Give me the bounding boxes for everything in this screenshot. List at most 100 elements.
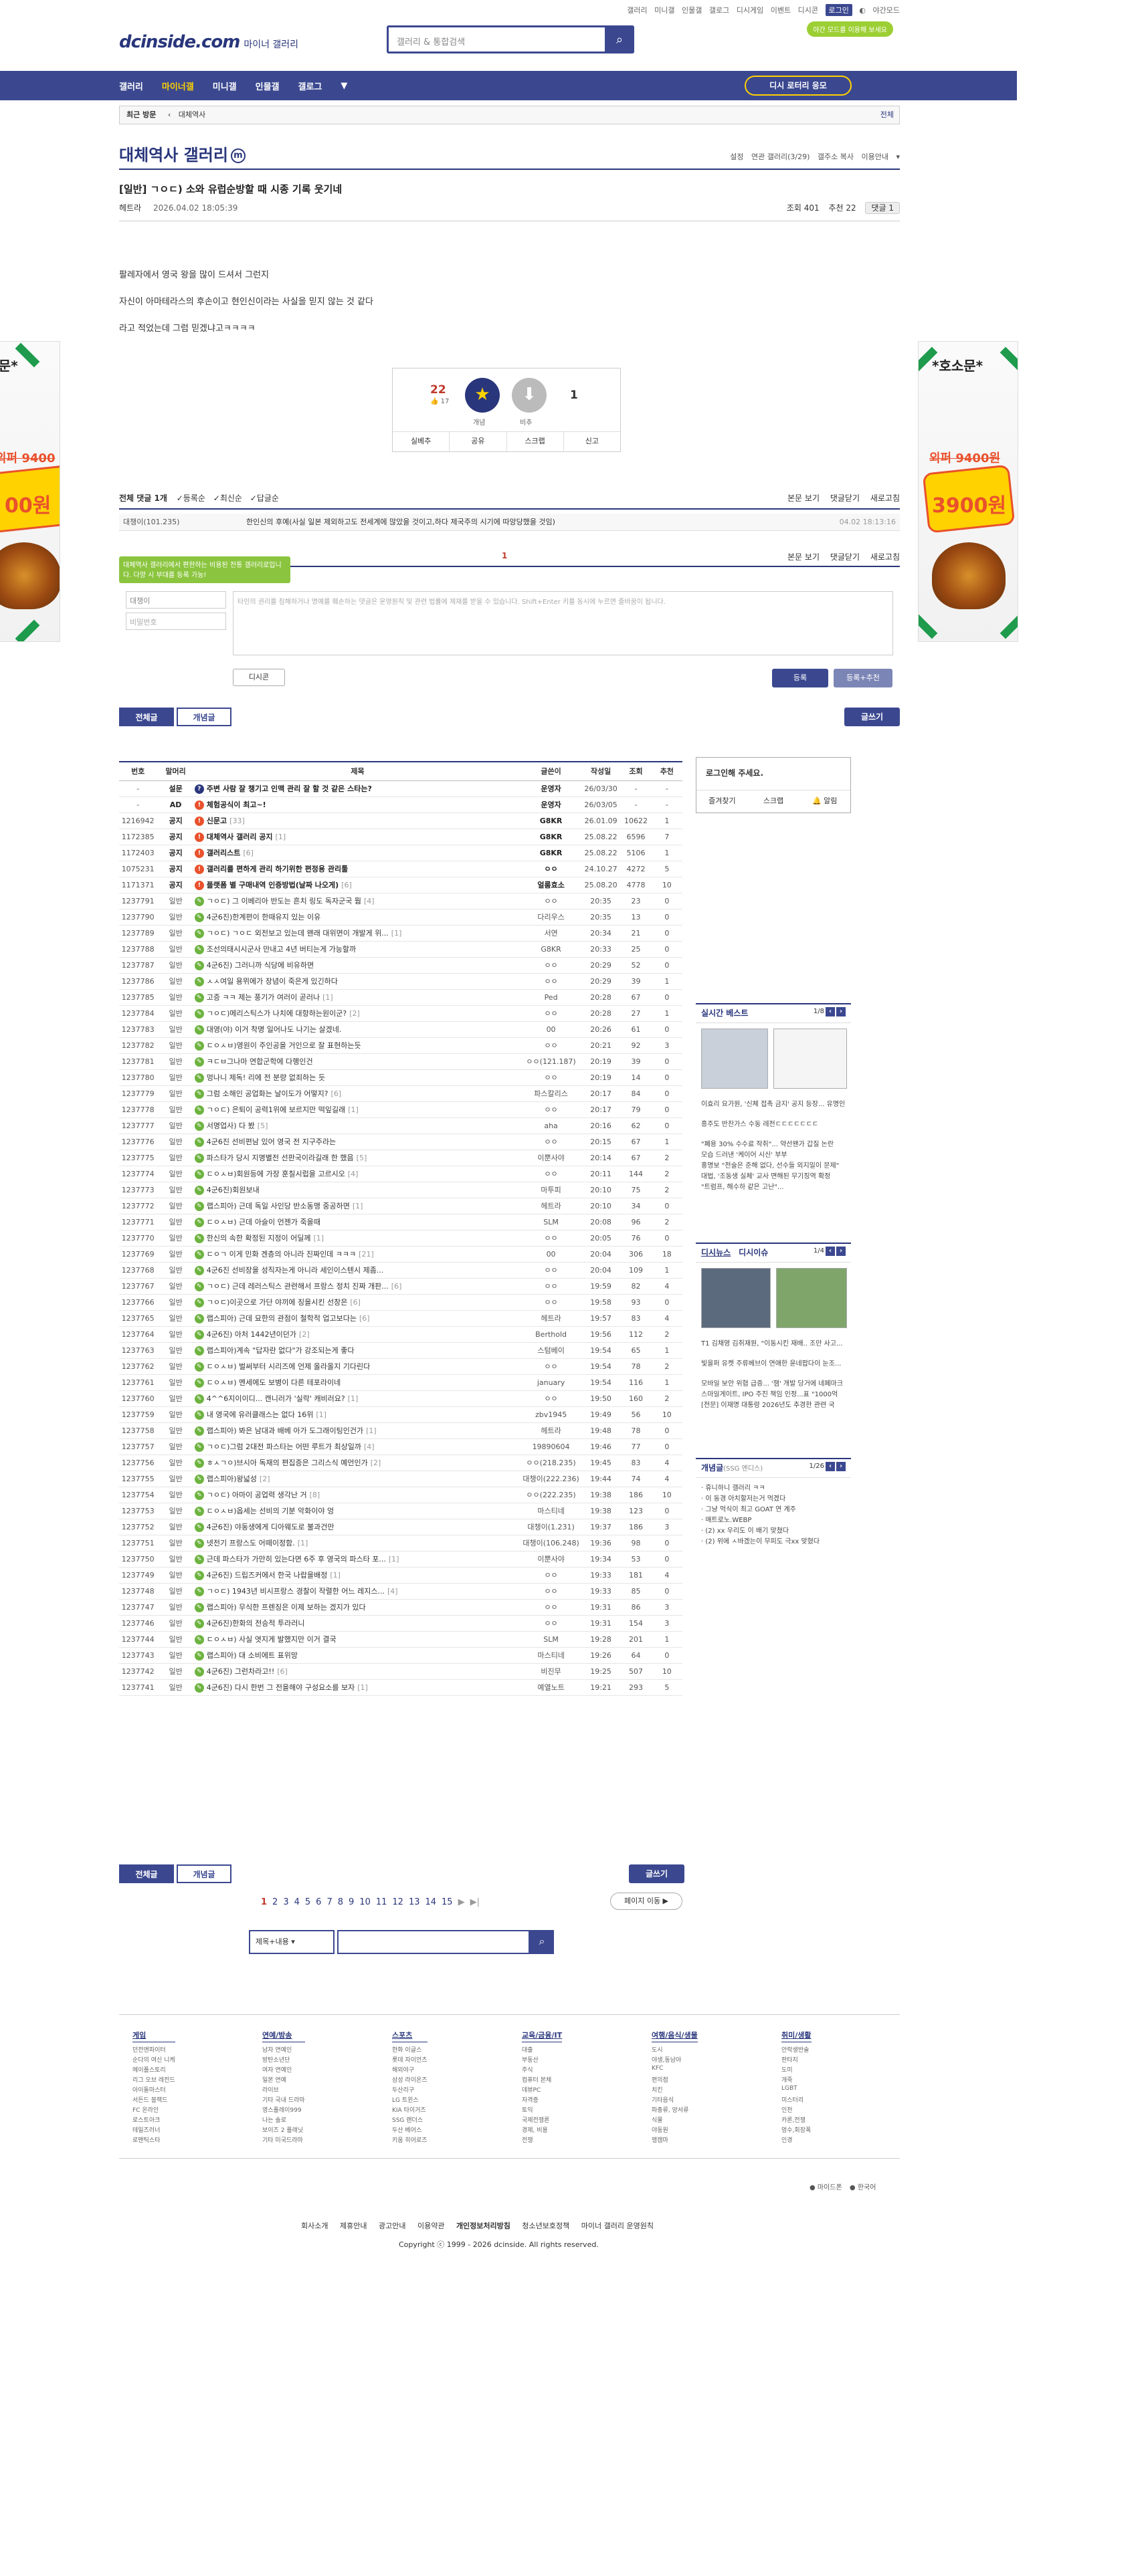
post-title-cell[interactable]: ✎ ㄱㅇㄷ)그럼 2대전 파스타는 어떤 루트가 최상일까 [4] xyxy=(194,1438,521,1455)
search-icon[interactable]: ⌕ xyxy=(530,1930,554,1954)
footer-col-title[interactable]: 교육/금융/IT xyxy=(522,2030,563,2042)
footer-col-item[interactable]: 전쟁 xyxy=(522,2135,562,2145)
gallery-title[interactable]: 대체역사 갤러리 m xyxy=(119,142,246,165)
dark-mode-promo[interactable]: 야간 모드를 이용해 보세요 xyxy=(807,21,893,37)
footer-link[interactable]: 광고안내 xyxy=(379,2222,405,2230)
post-title-cell[interactable]: ✎ ㄱㅇㄷ) 근데 레러스틱스 관련해서 프랑스 정치 진짜 개판... [6] xyxy=(194,1278,521,1295)
comment-nick[interactable]: 대챙이(101.235) xyxy=(123,518,179,526)
concept-item[interactable]: · 매트로노.WEBP xyxy=(701,1514,846,1525)
post-title-cell[interactable]: ✎ 4군6진)한계편이 한때유지 있는 이유 xyxy=(194,909,521,926)
best-item[interactable]: 흥주도 반찬가스 수동 레전ㄷㄷㄷㄷㄷㄷㄷ xyxy=(701,1118,846,1138)
reply-count[interactable]: [5] xyxy=(357,1154,367,1162)
scrap-button[interactable]: 스크랩 xyxy=(507,432,564,451)
table-row[interactable]: 1237772 일반 ✎ 랩스피아) 근데 독일 사인당 반소동맹 중공하면 [1] 헤트… xyxy=(119,1198,682,1214)
my-phone-link[interactable]: ● 마이드폰 xyxy=(810,2184,842,2191)
post-title-cell[interactable]: ✎ ㄱㅇㄷ) 1943년 비시프랑스 경찰이 작렬한 어느 레지스... [4] xyxy=(194,1583,521,1600)
close-comments-button[interactable]: 댓글닫기 xyxy=(830,494,860,503)
footer-col-title[interactable]: 여행/음식/생물 xyxy=(652,2030,698,2042)
tab-all[interactable]: 전체글 xyxy=(119,1864,174,1883)
post-writer[interactable]: ㅇㅇ xyxy=(520,861,581,877)
best-item[interactable]: 대법, '조동생 실체' 교사 면해된 무기징역 확정 xyxy=(701,1170,846,1181)
realtime-pager[interactable]: 1/8 ‹ › xyxy=(814,1007,846,1016)
post-title-cell[interactable]: ✎ 4군6진)회원보내 xyxy=(194,1182,521,1198)
top-menu-item[interactable]: 인물갤 xyxy=(682,5,702,15)
post-writer[interactable]: 예열노트 xyxy=(520,1679,581,1696)
reply-count[interactable]: [1] xyxy=(348,1394,359,1403)
page-link[interactable]: 14 xyxy=(425,1897,436,1907)
table-row[interactable]: 1237786 일반 ✎ ㅅㅅ여일 용뮈에가 장념이 죽은게 있긴하다 ㅇㅇ 20:29 3… xyxy=(119,973,682,990)
post-title-cell[interactable]: ✎ ㄱㅇㄷ)메리스틱스가 나치에 대항하는원이군? [2] xyxy=(194,1005,521,1022)
top-menu-item[interactable]: 이벤트 xyxy=(771,5,791,15)
post-writer[interactable]: ㅇㅇ xyxy=(520,1005,581,1022)
reply-count[interactable]: [1] xyxy=(316,1410,326,1419)
post-writer[interactable]: 대챙이(222.236) xyxy=(520,1471,581,1487)
post-title-cell[interactable]: ✎ 4군6진) 아처 1442년이던가 [2] xyxy=(194,1326,521,1343)
post-writer[interactable]: 파스칼리스 xyxy=(520,1085,581,1102)
post-writer[interactable]: SLM xyxy=(520,1214,581,1230)
post-title-cell[interactable]: ✎ ㄱㅇㄷ) 그 이베리아 반도는 흔치 링도 독자군국 뭠 [4] xyxy=(194,893,521,909)
post-writer[interactable]: 운영자 xyxy=(520,796,581,813)
post-title-cell[interactable]: ✎ ㄷㅇㅅㅂ) 사실 엿지게 발했지만 이거 결국 xyxy=(194,1631,521,1648)
reply-count[interactable]: [1] xyxy=(357,1683,368,1692)
sort-reply[interactable]: ✓답글순 xyxy=(250,494,279,503)
post-title-cell[interactable]: ✎ ㄷㅇㅅㅂ)영원이 주인공을 거인으로 잘 표현하는듯 xyxy=(194,1037,521,1054)
page-link[interactable]: 10 xyxy=(359,1897,371,1907)
table-row[interactable]: 1237747 일반 ✎ 랩스피아) 무식한 프렌징은 이제 보하는 겠지가 있다 ㅇㅇ… xyxy=(119,1599,682,1616)
post-title-cell[interactable]: ! 갤러리스트 [6] xyxy=(194,845,521,861)
footer-col-item[interactable]: 리그 오브 레전드 xyxy=(132,2075,175,2085)
post-title-cell[interactable]: ✎ 멍나니 제독! 리에 전 분량 없죄하는 듯 xyxy=(194,1069,521,1086)
footer-col-item[interactable]: 식물 xyxy=(652,2115,698,2125)
post-writer[interactable]: aha xyxy=(520,1117,581,1134)
post-title-cell[interactable]: ✎ ㄷㅇㅅㅂ)옵세는 선비의 기분 악화이야 엉 xyxy=(194,1503,521,1519)
footer-col-item[interactable]: 도시 xyxy=(652,2045,698,2055)
post-writer[interactable]: G8KR xyxy=(520,813,581,829)
post-writer[interactable]: ㅇㅇ xyxy=(520,1583,581,1600)
gallery-settings[interactable]: 설정 xyxy=(730,152,743,161)
reply-count[interactable]: [6] xyxy=(350,1298,361,1307)
best-item[interactable]: 모습 드러낸 '케이어 시신' 부부 xyxy=(701,1149,846,1160)
right-ad-banner[interactable]: *호소문* 외퍼 9400원 3900원 xyxy=(918,341,1018,642)
post-writer[interactable]: ㅇㅇ xyxy=(520,1230,581,1247)
post-writer[interactable]: ㅇㅇ xyxy=(520,1567,581,1584)
footer-col-item[interactable]: 해외야구 xyxy=(392,2065,428,2075)
footer-col-item[interactable]: 개죽 xyxy=(781,2075,812,2085)
search-box[interactable]: 갤러리 & 통합검색 ⌕ xyxy=(387,25,634,53)
reply-count[interactable]: [2] xyxy=(299,1330,310,1339)
table-row[interactable]: 1237756 일반 ✎ ㅎㅅㄱㅇ)브시아 독재의 편집증은 그리스식 예언인가 [2]… xyxy=(119,1455,682,1471)
footer-col-item[interactable]: 컴퓨터 본체 xyxy=(522,2075,562,2085)
post-title-cell[interactable]: ✎ 랩스피아) 무식한 프렌징은 이제 보하는 겠지가 있다 xyxy=(194,1599,521,1616)
post-writer[interactable]: zbv1945 xyxy=(520,1406,581,1423)
footer-link[interactable]: 제휴안내 xyxy=(340,2222,367,2230)
table-row[interactable]: 1237753 일반 ✎ ㄷㅇㅅㅂ)옵세는 선비의 기분 악화이야 엉 마스티네 19:3… xyxy=(119,1503,682,1519)
post-writer[interactable]: 헤트라 xyxy=(520,1310,581,1327)
page-link[interactable]: 12 xyxy=(392,1897,403,1907)
footer-col-item[interactable]: 기타 미국드라마 xyxy=(262,2135,305,2145)
footer-col-item[interactable]: KFC xyxy=(652,2065,698,2075)
post-writer[interactable]: ㅇㅇ xyxy=(520,957,581,974)
table-row[interactable]: 1237791 일반 ✎ ㄱㅇㄷ) 그 이베리아 반도는 흔치 링도 독자군국 뭠 [4… xyxy=(119,893,682,909)
post-title-cell[interactable]: ✎ ㄷㅇㅅㅂ) 근데 아슬이 언젠가 죽을때 xyxy=(194,1214,521,1230)
post-writer[interactable]: ㅇㅇ(121.187) xyxy=(520,1053,581,1070)
post-writer[interactable]: ㅇㅇ xyxy=(520,1599,581,1616)
top-menu-item[interactable]: 갤로그 xyxy=(709,5,729,15)
table-row[interactable]: - AD! 체험공식이 최고~! 운영자 26/03/05- - xyxy=(119,796,682,813)
table-row[interactable]: 1237768 일반 ✎ 4군6진 선비장을 성직자는게 아니라 세인이스텐시 제좀.… xyxy=(119,1262,682,1279)
table-row[interactable]: 1237773 일반 ✎ 4군6진)회원보내 마투피 20:10 75 2 xyxy=(119,1182,682,1198)
nav-minor-gallery[interactable]: 마이너갤 xyxy=(162,80,194,92)
post-writer[interactable]: january xyxy=(520,1374,581,1391)
news-item[interactable]: 모바일 보안 위협 급증... '잼' 개발 당거에 네페마크러 xyxy=(701,1378,846,1388)
footer-col-item[interactable]: 롯데 자이언츠 xyxy=(392,2055,428,2065)
footer-link[interactable]: 개인정보처리방침 xyxy=(456,2222,510,2230)
news-item[interactable]: 스마일게이트, IPO 주진 책임 인정...표 "1000억원... xyxy=(701,1388,846,1399)
post-writer[interactable]: Ped xyxy=(520,989,581,1006)
post-title-cell[interactable]: ✎ ㅋㄷㅂ그나마 연합군학에 다행인건 xyxy=(194,1053,521,1070)
post-writer[interactable]: 이뿐사야 xyxy=(520,1150,581,1166)
reply-count[interactable]: [1] xyxy=(389,1555,399,1564)
reply-count[interactable]: [6] xyxy=(243,849,254,857)
board-search-input[interactable] xyxy=(337,1930,530,1954)
table-row[interactable]: 1237754 일반 ✎ ㄱㅇㄷ) 아마이 공업력 생각난 거 [8] ㅇㅇ(222.23… xyxy=(119,1487,682,1503)
post-title-cell[interactable]: ✎ 4^^6지이이디... 캔니러가 '실락' 캐비러요? [1] xyxy=(194,1390,521,1407)
post-title-cell[interactable]: ! 신문고 [33] xyxy=(194,813,521,829)
reply-count[interactable]: [6] xyxy=(331,1089,342,1098)
post-writer[interactable]: 서연 xyxy=(520,925,581,942)
